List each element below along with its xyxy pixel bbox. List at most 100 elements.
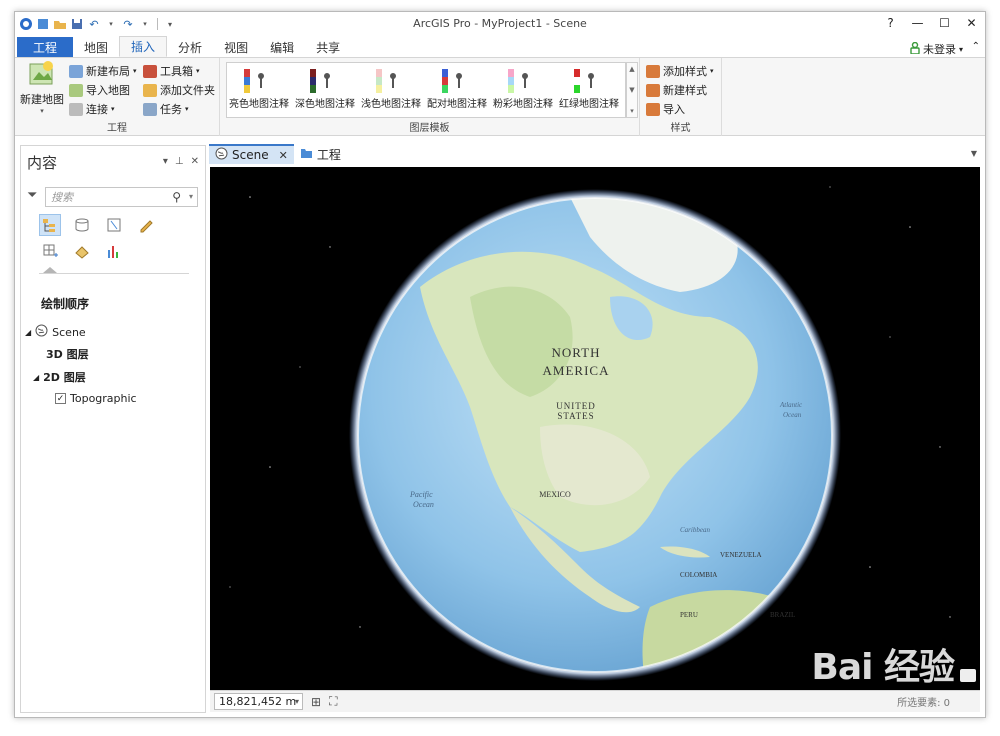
scale-value: 18,821,452 m xyxy=(219,695,297,708)
list-by-charts-icon[interactable] xyxy=(103,240,125,262)
search-icon[interactable]: ⚲ xyxy=(172,190,181,204)
layer-template-item[interactable]: 配对地图注释 xyxy=(427,67,487,110)
scene-globe-icon xyxy=(35,324,48,340)
label-mexico: MEXICO xyxy=(539,490,571,499)
customize-icon[interactable]: ▾ xyxy=(163,17,177,31)
scale-selector[interactable]: 18,821,452 m ▾ xyxy=(214,693,303,710)
list-by-selection-icon[interactable] xyxy=(103,214,125,236)
tab-view[interactable]: 视图 xyxy=(213,37,259,57)
scene-view[interactable]: NORTH AMERICA UNITED STATES MEXICO Pacif… xyxy=(210,167,980,690)
redo-dropdown-icon[interactable]: ▾ xyxy=(138,17,152,31)
add-style-button[interactable]: 添加样式 ▾ xyxy=(646,63,714,79)
qat-separator xyxy=(157,18,158,30)
connect-label: 连接 xyxy=(86,103,108,116)
import-map-button[interactable]: 导入地图 xyxy=(69,82,130,98)
contents-title: 内容 xyxy=(27,154,58,172)
layer-template-item[interactable]: 浅色地图注释 xyxy=(361,67,421,110)
label-colombia: COLOMBIA xyxy=(680,571,717,579)
scale-dropdown-icon[interactable]: ▾ xyxy=(295,697,299,706)
window-controls: ? — ☐ ✕ xyxy=(877,12,985,34)
pin-icon[interactable]: ⊥ xyxy=(175,156,184,167)
tree-3d-layers[interactable]: 3D 图层 xyxy=(46,346,89,362)
layer-template-item[interactable]: 红绿地图注释 xyxy=(559,67,619,110)
tab-project[interactable]: 工程 xyxy=(17,37,74,57)
expand-triangle-2d-icon[interactable]: ◢ xyxy=(33,373,39,382)
save-project-icon[interactable] xyxy=(70,17,84,31)
view-tab-scene[interactable]: Scene ✕ xyxy=(209,144,294,164)
view-tab-close-icon[interactable]: ✕ xyxy=(279,149,288,162)
new-map-button[interactable]: 新建地图 ▾ xyxy=(19,60,65,115)
layer-template-label: 深色地图注释 xyxy=(295,99,355,110)
toolbox-button[interactable]: 工具箱 ▾ xyxy=(143,63,200,79)
tasks-dropdown-icon: ▾ xyxy=(185,105,189,113)
list-by-editing-icon[interactable] xyxy=(135,214,157,236)
layer-template-item[interactable]: 深色地图注释 xyxy=(295,67,355,110)
tab-edit[interactable]: 编辑 xyxy=(259,37,305,57)
list-by-snapping-icon[interactable] xyxy=(39,240,61,262)
expand-triangle-icon[interactable]: ◢ xyxy=(25,328,31,337)
list-by-source-icon[interactable] xyxy=(71,214,93,236)
import-map-label: 导入地图 xyxy=(86,84,130,97)
gallery-expand-icon[interactable]: ▾ xyxy=(630,107,634,115)
tree-3d-layers-label: 3D 图层 xyxy=(46,348,89,361)
open-project-icon[interactable] xyxy=(53,17,67,31)
gallery-scroll[interactable]: ▲ ▼ ▾ xyxy=(626,62,638,118)
new-style-button[interactable]: 新建样式 xyxy=(646,82,707,98)
list-by-labeling-icon[interactable] xyxy=(71,240,93,262)
tree-scene[interactable]: ◢ Scene xyxy=(25,324,86,340)
draw-order-heading: 绘制顺序 xyxy=(41,297,90,311)
new-project-icon[interactable] xyxy=(36,17,50,31)
new-layout-button[interactable]: 新建布局 ▾ xyxy=(69,63,137,79)
add-folder-button[interactable]: 添加文件夹 xyxy=(143,82,215,98)
list-by-drawing-order-icon[interactable] xyxy=(39,214,61,236)
search-box[interactable]: 搜索 ⚲ ▾ xyxy=(45,187,198,207)
add-folder-label: 添加文件夹 xyxy=(160,84,215,97)
tab-map[interactable]: 地图 xyxy=(73,37,119,57)
maximize-button[interactable]: ☐ xyxy=(931,12,958,34)
navigator-icon[interactable]: ⛶ xyxy=(329,694,337,709)
label-pacific-ocean: Ocean xyxy=(413,500,434,509)
layer-template-item[interactable]: 粉彩地图注释 xyxy=(493,67,553,110)
undo-dropdown-icon[interactable]: ▾ xyxy=(104,17,118,31)
close-button[interactable]: ✕ xyxy=(958,12,985,34)
tasks-icon xyxy=(143,102,157,116)
topographic-checkbox[interactable]: ✓ xyxy=(55,393,66,404)
arcgis-logo-icon[interactable] xyxy=(19,17,33,31)
signin-label: 未登录 xyxy=(922,43,956,56)
search-dropdown-icon[interactable]: ▾ xyxy=(189,192,193,201)
help-button[interactable]: ? xyxy=(877,12,904,34)
redo-icon[interactable]: ↷ xyxy=(121,17,135,31)
connect-button[interactable]: 连接 ▾ xyxy=(69,101,115,117)
view-tab-project[interactable]: 工程 xyxy=(294,144,347,164)
undo-icon[interactable]: ↶ xyxy=(87,17,101,31)
filter-icon[interactable]: ⏷ xyxy=(27,188,37,203)
globe-svg: NORTH AMERICA UNITED STATES MEXICO Pacif… xyxy=(229,186,951,681)
tasks-button[interactable]: 任务 ▾ xyxy=(143,101,189,117)
tree-topographic[interactable]: ✓ Topographic xyxy=(55,392,137,405)
gallery-down-icon[interactable]: ▼ xyxy=(629,86,634,94)
tab-share[interactable]: 共享 xyxy=(305,37,351,57)
scene-overlay-icon[interactable] xyxy=(960,669,976,682)
ribbon-group-project-label: 工程 xyxy=(107,123,127,134)
layer-template-item[interactable]: 亮色地图注释 xyxy=(229,67,289,110)
gallery-up-icon[interactable]: ▲ xyxy=(629,65,634,73)
tab-insert[interactable]: 插入 xyxy=(119,36,168,57)
ribbon-collapse-icon[interactable]: ⌃ xyxy=(972,41,980,52)
grid-icon[interactable]: ⊞ xyxy=(311,695,321,709)
signin-menu[interactable]: 未登录 ▾ xyxy=(910,41,963,57)
import-style-button[interactable]: 导入 xyxy=(646,101,685,117)
quick-access-toolbar: ↶ ▾ ↷ ▾ ▾ xyxy=(15,17,177,31)
pane-menu-icon[interactable]: ▾ xyxy=(163,156,168,167)
ribbon-group-project: 新建地图 ▾ 新建布局 ▾ 导入地图 连接 ▾ 工具箱 ▾ 添加文件夹 任务 ▾… xyxy=(15,58,220,136)
add-style-icon xyxy=(646,64,660,78)
tree-scene-label: Scene xyxy=(52,325,86,339)
minimize-button[interactable]: — xyxy=(904,12,931,34)
new-map-icon xyxy=(28,60,56,91)
add-folder-icon xyxy=(143,83,157,97)
layer-template-swatch-icon xyxy=(504,67,542,95)
tabs-dropdown-icon[interactable]: ▼ xyxy=(971,149,977,158)
pane-close-icon[interactable]: ✕ xyxy=(191,156,199,167)
tab-analysis[interactable]: 分析 xyxy=(167,37,213,57)
tree-2d-layers[interactable]: ◢ 2D 图层 xyxy=(33,369,86,385)
layer-template-swatch-icon xyxy=(306,67,344,95)
